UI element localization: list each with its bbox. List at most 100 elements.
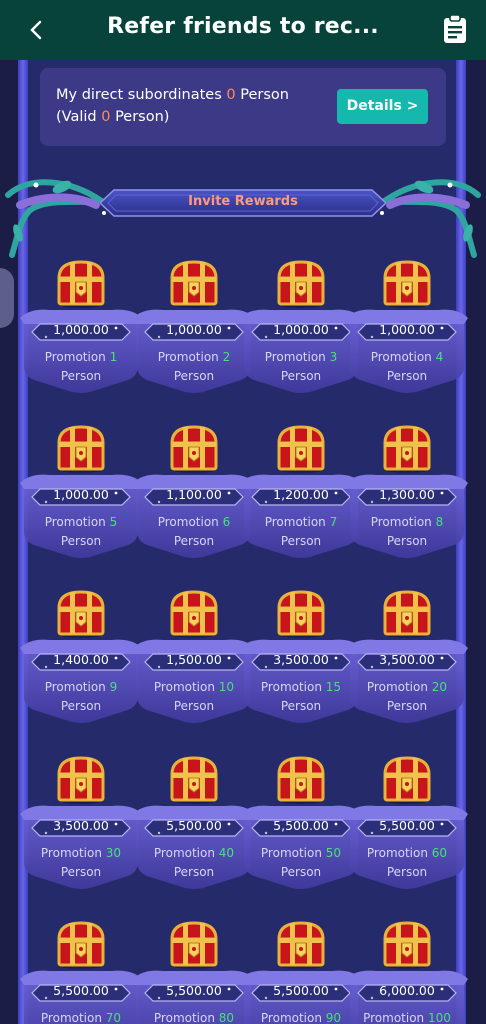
promotion-text: Promotion [44,350,106,364]
treasure-chest-icon [383,590,431,638]
side-drawer-handle[interactable] [0,268,14,328]
reward-amount: 1,000.00 [166,322,222,337]
reward-amount: 5,500.00 [273,818,329,833]
person-unit: Person [280,865,322,879]
promotion-text: Promotion [264,350,326,364]
reward-amount: 3,500.00 [53,818,109,833]
reward-card-19[interactable]: 5,500.00 Promotion 90 Person [240,919,362,1024]
treasure-chest-icon [57,756,105,804]
promotion-label: Promotion 70 [20,1011,142,1024]
direct-unit: Person [240,87,289,103]
promotion-count: 9 [109,680,118,694]
reward-card-2[interactable]: 1,000.00 Promotion 2 Person [133,258,255,410]
details-button[interactable]: Details > [337,89,428,124]
treasure-chest-icon [383,425,431,473]
treasure-chest-icon [170,921,218,969]
reward-card-4[interactable]: 1,000.00 Promotion 4 Person [346,258,468,410]
reward-amount: 1,400.00 [53,652,109,667]
promotion-label: Promotion 50 [240,846,362,860]
clipboard-button[interactable] [442,14,468,44]
reward-amount: 6,000.00 [379,983,435,998]
reward-amount: 1,000.00 [273,322,329,337]
person-unit: Person [386,369,428,383]
promotion-label: Promotion 100 [346,1011,468,1024]
reward-amount: 1,000.00 [53,322,109,337]
reward-amount: 1,100.00 [166,487,222,502]
reward-card-1[interactable]: 1,000.00 Promotion 1 Person [20,258,142,410]
person-unit: Person [60,699,102,713]
treasure-chest-icon [170,756,218,804]
person-unit: Person [60,369,102,383]
reward-amount: 3,500.00 [379,652,435,667]
reward-amount: 5,500.00 [166,818,222,833]
promotion-text: Promotion [363,1011,425,1024]
reward-card-18[interactable]: 5,500.00 Promotion 80 Person [133,919,255,1024]
person-unit: Person [280,534,322,548]
page-title: Refer friends to rec... [107,14,379,39]
reward-amount: 1,500.00 [166,652,222,667]
promotion-count: 15 [325,680,342,694]
person-unit: Person [60,865,102,879]
treasure-chest-icon [383,921,431,969]
reward-card-3[interactable]: 1,000.00 Promotion 3 Person [240,258,362,410]
reward-card-17[interactable]: 5,500.00 Promotion 70 Person [20,919,142,1024]
reward-card-7[interactable]: 1,200.00 Promotion 7 Person [240,423,362,575]
treasure-chest-icon [57,260,105,308]
promotion-count: 30 [105,846,122,860]
treasure-chest-icon [170,260,218,308]
treasure-chest-icon [277,921,325,969]
person-unit: Person [173,534,215,548]
reward-card-9[interactable]: 1,400.00 Promotion 9 Person [20,588,142,740]
reward-amount: 5,500.00 [273,983,329,998]
clipboard-icon [444,14,466,43]
reward-card-15[interactable]: 5,500.00 Promotion 50 Person [240,754,362,906]
treasure-chest-icon [57,921,105,969]
promotion-label: Promotion 1 [20,350,142,364]
promotion-count: 6 [222,515,231,529]
promotion-label: Promotion 60 [346,846,468,860]
reward-card-14[interactable]: 5,500.00 Promotion 40 Person [133,754,255,906]
reward-card-20[interactable]: 6,000.00 Promotion 100 Person [346,919,468,1024]
promotion-count: 80 [218,1011,235,1024]
person-unit: Person [386,699,428,713]
promotion-label: Promotion 6 [133,515,255,529]
promotion-count: 3 [329,350,338,364]
promotion-count: 50 [325,846,342,860]
promotion-label: Promotion 9 [20,680,142,694]
promotion-label: Promotion 10 [133,680,255,694]
promotion-text: Promotion [366,680,428,694]
promotion-text: Promotion [370,515,432,529]
promotion-label: Promotion 3 [240,350,362,364]
valid-count: 0 [101,109,111,125]
promotion-count: 1 [109,350,118,364]
reward-amount: 5,500.00 [53,983,109,998]
reward-card-10[interactable]: 1,500.00 Promotion 10 Person [133,588,255,740]
promotion-count: 100 [427,1011,451,1024]
reward-card-16[interactable]: 5,500.00 Promotion 60 Person [346,754,468,906]
promotion-label: Promotion 30 [20,846,142,860]
promotion-text: Promotion [40,846,102,860]
promotion-text: Promotion [40,1011,102,1024]
reward-amount: 1,200.00 [273,487,329,502]
reward-amount: 3,500.00 [273,652,329,667]
reward-card-8[interactable]: 1,300.00 Promotion 8 Person [346,423,468,575]
direct-label: My direct subordinates [56,87,222,103]
valid-unit: Person) [115,109,170,125]
reward-card-13[interactable]: 3,500.00 Promotion 30 Person [20,754,142,906]
promotion-text: Promotion [370,350,432,364]
reward-card-6[interactable]: 1,100.00 Promotion 6 Person [133,423,255,575]
promotion-count: 70 [105,1011,122,1024]
promotion-count: 40 [218,846,235,860]
promotion-label: Promotion 2 [133,350,255,364]
treasure-chest-icon [277,756,325,804]
promotion-text: Promotion [44,680,106,694]
reward-card-5[interactable]: 1,000.00 Promotion 5 Person [20,423,142,575]
reward-card-12[interactable]: 3,500.00 Promotion 20 Person [346,588,468,740]
promotion-text: Promotion [153,680,215,694]
promotion-label: Promotion 8 [346,515,468,529]
treasure-chest-icon [170,425,218,473]
person-unit: Person [280,369,322,383]
promotion-text: Promotion [153,1011,215,1024]
promotion-text: Promotion [366,846,428,860]
reward-card-11[interactable]: 3,500.00 Promotion 15 Person [240,588,362,740]
